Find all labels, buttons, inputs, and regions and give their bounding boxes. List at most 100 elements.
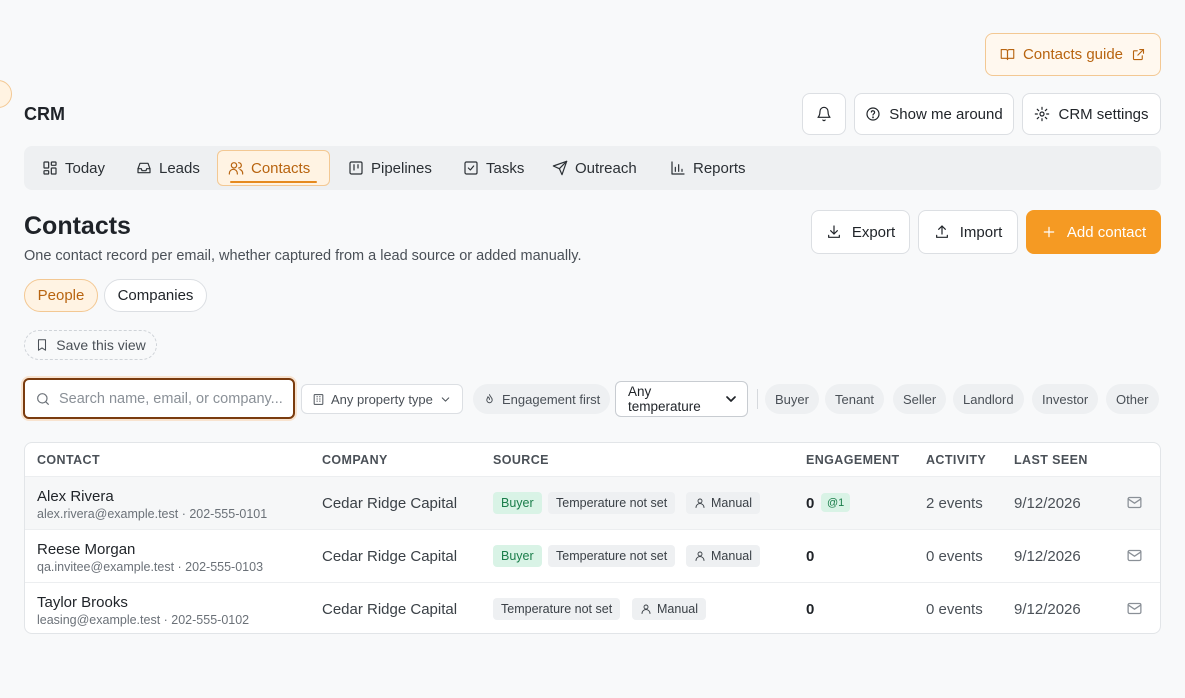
role-filter-seller[interactable]: Seller bbox=[893, 384, 947, 414]
send-icon bbox=[552, 160, 568, 176]
mail-icon[interactable] bbox=[1126, 494, 1143, 511]
add-contact-button[interactable]: Add contact bbox=[1026, 210, 1161, 254]
table-row[interactable]: Taylor Brooks leasing@example.test · 202… bbox=[25, 582, 1160, 633]
source-label: Manual bbox=[657, 602, 698, 616]
export-button[interactable]: Export bbox=[811, 210, 910, 254]
contact-company: Cedar Ridge Capital bbox=[322, 548, 458, 565]
engagement-score: 0 bbox=[806, 495, 815, 512]
plus-icon bbox=[1041, 224, 1057, 240]
source-badge: Manual bbox=[686, 545, 760, 567]
save-view-button[interactable]: Save this view bbox=[24, 330, 157, 360]
contacts-guide-label: Contacts guide bbox=[1022, 46, 1124, 63]
tab-label: Leads bbox=[159, 159, 200, 177]
contact-name[interactable]: Taylor Brooks bbox=[37, 594, 128, 611]
search-icon bbox=[35, 391, 51, 407]
temperature-badge: Temperature not set bbox=[493, 598, 621, 620]
table-row[interactable]: Alex Rivera alex.rivera@example.test · 2… bbox=[25, 476, 1160, 529]
role-filter-landlord[interactable]: Landlord bbox=[953, 384, 1024, 414]
tab-contacts[interactable]: Contacts bbox=[217, 150, 330, 186]
property-type-filter[interactable]: Any property type bbox=[301, 384, 463, 414]
tab-reports[interactable]: Reports bbox=[660, 150, 756, 186]
tab-label: Tasks bbox=[486, 159, 525, 177]
role-filter-other[interactable]: Other bbox=[1106, 384, 1159, 414]
import-label: Import bbox=[959, 223, 1003, 241]
bar-chart-icon bbox=[670, 160, 686, 176]
engagement-first-label: Engagement first bbox=[502, 391, 601, 407]
flame-icon bbox=[483, 393, 496, 406]
role-filter-tenant[interactable]: Tenant bbox=[825, 384, 885, 414]
tab-pipelines[interactable]: Pipelines bbox=[338, 150, 442, 186]
download-icon bbox=[826, 224, 842, 240]
tab-outreach[interactable]: Outreach bbox=[542, 150, 647, 186]
mail-icon[interactable] bbox=[1126, 547, 1143, 564]
role-filter-investor[interactable]: Investor bbox=[1032, 384, 1099, 414]
chevron-down-icon bbox=[439, 393, 452, 406]
tab-tasks[interactable]: Tasks bbox=[453, 150, 534, 186]
role-badge: Buyer bbox=[493, 545, 542, 567]
show-me-around-label: Show me around bbox=[889, 105, 1003, 123]
contacts-guide-button[interactable]: Contacts guide bbox=[985, 33, 1161, 76]
crm-settings-button[interactable]: CRM settings bbox=[1022, 93, 1161, 135]
table-row[interactable]: Reese Morgan qa.invitee@example.test · 2… bbox=[25, 529, 1160, 582]
help-circle-icon bbox=[865, 106, 881, 122]
column-header-contact[interactable]: CONTACT bbox=[37, 453, 100, 467]
temperature-badge: Temperature not set bbox=[548, 492, 676, 514]
activity-count: 2 events bbox=[926, 495, 983, 512]
contact-name[interactable]: Alex Rivera bbox=[37, 488, 114, 505]
last-seen-date: 9/12/2026 bbox=[1014, 548, 1081, 565]
contact-email-phone: qa.invitee@example.test · 202-555-0103 bbox=[37, 560, 264, 574]
tab-label: Today bbox=[65, 159, 106, 177]
activity-count: 0 events bbox=[926, 601, 983, 618]
column-header-engagement[interactable]: ENGAGEMENT bbox=[806, 453, 900, 467]
bell-icon bbox=[816, 106, 832, 122]
last-seen-date: 9/12/2026 bbox=[1014, 495, 1081, 512]
tab-today[interactable]: Today bbox=[32, 150, 115, 186]
engagement-badge: @1 bbox=[821, 493, 851, 512]
building-icon bbox=[312, 393, 325, 406]
mail-icon[interactable] bbox=[1126, 600, 1143, 617]
import-button[interactable]: Import bbox=[918, 210, 1018, 254]
add-contact-label: Add contact bbox=[1066, 223, 1147, 241]
show-me-around-button[interactable]: Show me around bbox=[854, 93, 1014, 135]
column-header-company[interactable]: COMPANY bbox=[322, 453, 388, 467]
checkbox-icon bbox=[463, 160, 479, 176]
user-icon bbox=[694, 497, 706, 509]
contact-name[interactable]: Reese Morgan bbox=[37, 541, 135, 558]
search-input[interactable] bbox=[59, 390, 285, 407]
app-title: CRM bbox=[24, 104, 65, 124]
contact-company: Cedar Ridge Capital bbox=[322, 495, 458, 512]
engagement-first-toggle[interactable]: Engagement first bbox=[473, 384, 611, 414]
source-badge: Manual bbox=[632, 598, 706, 620]
source-label: Manual bbox=[711, 496, 752, 510]
tab-leads[interactable]: Leads bbox=[126, 150, 210, 186]
role-badge: Buyer bbox=[493, 492, 542, 514]
sidebar-toggle[interactable] bbox=[0, 80, 12, 108]
temperature-select-value: Any temperature bbox=[628, 384, 701, 414]
source-badge: Manual bbox=[686, 492, 760, 514]
chevron-down-icon bbox=[723, 391, 739, 407]
column-header-source[interactable]: SOURCE bbox=[493, 453, 549, 467]
bookmark-icon bbox=[35, 338, 49, 352]
contacts-table: CONTACT COMPANY SOURCE ENGAGEMENT ACTIVI… bbox=[24, 442, 1161, 634]
contact-email-phone: leasing@example.test · 202-555-0102 bbox=[37, 613, 250, 627]
people-view-pill[interactable]: People bbox=[24, 279, 98, 312]
tab-label: Pipelines bbox=[371, 159, 432, 177]
external-link-icon bbox=[1131, 47, 1146, 62]
main-nav-tabs: Today Leads Contacts Pipelines Tasks Out… bbox=[24, 146, 1161, 190]
activity-count: 0 events bbox=[926, 548, 983, 565]
column-header-activity[interactable]: ACTIVITY bbox=[926, 453, 986, 467]
temperature-select[interactable]: Any temperature bbox=[615, 381, 748, 417]
role-filter-buyer[interactable]: Buyer bbox=[765, 384, 819, 414]
contact-company: Cedar Ridge Capital bbox=[322, 601, 458, 618]
search-box bbox=[23, 378, 295, 419]
save-view-label: Save this view bbox=[56, 337, 146, 353]
users-icon bbox=[228, 160, 244, 176]
inbox-icon bbox=[136, 160, 152, 176]
engagement-score: 0 bbox=[806, 548, 815, 565]
user-icon bbox=[640, 603, 652, 615]
last-seen-date: 9/12/2026 bbox=[1014, 601, 1081, 618]
notifications-button[interactable] bbox=[802, 93, 846, 135]
companies-view-pill[interactable]: Companies bbox=[104, 279, 207, 312]
property-type-label: Any property type bbox=[331, 391, 433, 407]
column-header-last-seen[interactable]: LAST SEEN bbox=[1014, 453, 1088, 467]
